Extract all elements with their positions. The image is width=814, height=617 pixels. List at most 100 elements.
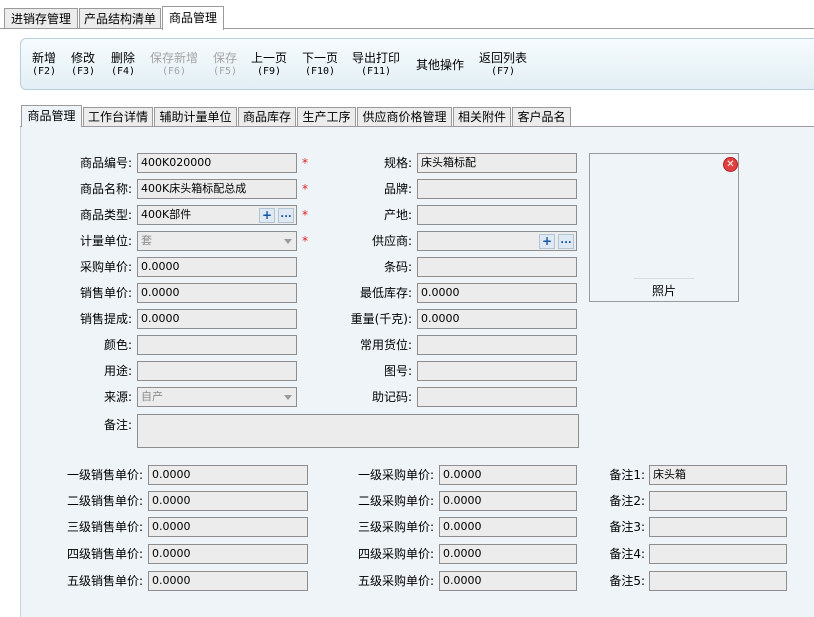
edit-button[interactable]: 修改 (F3) [68,51,98,79]
location-label: 常用货位: [359,338,412,352]
tab-attachments[interactable]: 相关附件 [453,107,511,126]
photo-divider [634,278,694,279]
note-2-field[interactable] [649,491,787,511]
sale-price-level-2-field[interactable]: 0.0000 [148,491,308,511]
next-page-button-key: (F10) [304,66,336,77]
other-actions-button[interactable]: 其他操作 [414,58,466,72]
prev-page-button[interactable]: 上一页 (F9) [249,51,289,79]
color-field[interactable] [137,335,297,355]
save-new-button[interactable]: 保存新增 (F6) [148,51,200,79]
next-page-button-label: 下一页 [301,51,338,65]
usage-field[interactable] [137,361,297,381]
new-button-key: (F2) [31,66,57,77]
usage-label: 用途: [103,364,132,378]
close-icon[interactable]: ✕ [723,157,738,172]
sale-price-field[interactable]: 0.0000 [137,283,297,303]
min-stock-field[interactable]: 0.0000 [417,283,577,303]
purchase-price-level-2-label: 二级采购单价: [357,494,434,508]
tab-workbench-details[interactable]: 工作台详情 [83,107,153,126]
note-5-field[interactable] [649,571,787,591]
color-label: 颜色: [103,338,132,352]
export-print-button[interactable]: 导出打印 (F11) [350,51,402,79]
add-supplier-button[interactable]: + [539,234,555,249]
delete-button-label: 删除 [110,51,135,65]
product-name-field[interactable]: 400K床头箱标配总成 [137,179,297,199]
purchase-price-level-1-field[interactable]: 0.0000 [439,465,577,485]
commission-field[interactable]: 0.0000 [137,309,297,329]
spec-field[interactable]: 床头箱标配 [417,153,577,173]
purchase-price-level-4-label: 四级采购单价: [357,547,434,561]
mnemonic-field[interactable] [417,387,577,407]
browse-supplier-button[interactable]: ... [558,234,574,249]
purchase-price-label: 采购单价: [79,260,132,274]
purchase-price-level-3-field[interactable]: 0.0000 [439,517,577,537]
back-to-list-button-key: (F7) [490,66,516,77]
sale-price-level-5-field[interactable]: 0.0000 [148,571,308,591]
tab-auxiliary-units[interactable]: 辅助计量单位 [154,107,237,126]
brand-field[interactable] [417,179,577,199]
product-name-label: 商品名称: [79,182,132,196]
supplier-field[interactable]: + ... [417,231,577,251]
save-new-button-label: 保存新增 [149,51,198,65]
sale-price-level-4-field[interactable]: 0.0000 [148,544,308,564]
purchase-price-level-5-field[interactable]: 0.0000 [439,571,577,591]
source-label: 来源: [103,390,132,404]
note-2-label: 备注2: [609,494,645,508]
back-to-list-button[interactable]: 返回列表 (F7) [477,51,529,79]
other-actions-button-label: 其他操作 [415,58,464,72]
tab-inventory-management[interactable]: 进销存管理 [4,8,78,28]
export-print-button-key: (F11) [360,66,392,77]
spec-label: 规格: [383,156,412,170]
save-button[interactable]: 保存 (F5) [210,51,240,79]
note-3-field[interactable] [649,517,787,537]
new-button-label: 新增 [31,51,56,65]
purchase-price-field[interactable]: 0.0000 [137,257,297,277]
sale-price-level-1-label: 一级销售单价: [66,468,143,482]
edit-button-label: 修改 [70,51,95,65]
tab-product-stock[interactable]: 商品库存 [238,107,296,126]
mnemonic-label: 助记码: [371,390,412,404]
sale-price-level-3-field[interactable]: 0.0000 [148,517,308,537]
origin-field[interactable] [417,205,577,225]
origin-label: 产地: [383,208,412,222]
back-to-list-button-label: 返回列表 [478,51,527,65]
note-1-field[interactable]: 床头箱 [649,465,787,485]
barcode-field[interactable] [417,257,577,277]
source-value: 自产 [141,390,163,403]
product-type-field[interactable]: 400K部件 + ... [137,205,297,225]
location-field[interactable] [417,335,577,355]
tab-production-process[interactable]: 生产工序 [297,107,356,126]
unit-select[interactable]: 套 [137,231,297,251]
sale-price-level-4-label: 四级销售单价: [66,547,143,561]
delete-button[interactable]: 删除 (F4) [108,51,138,79]
product-code-label: 商品编号: [79,156,132,170]
commission-label: 销售提成: [79,312,132,326]
drawing-no-field[interactable] [417,361,577,381]
tab-product-management[interactable]: 商品管理 [162,6,224,30]
photo-box[interactable]: ✕ 照片 [589,153,739,302]
purchase-price-level-4-field[interactable]: 0.0000 [439,544,577,564]
tab-customer-product-name[interactable]: 客户品名 [512,107,571,126]
add-type-button[interactable]: + [259,208,275,223]
remark-textarea[interactable] [137,414,579,448]
browse-type-button[interactable]: ... [278,208,294,223]
source-select[interactable]: 自产 [137,387,297,407]
sale-price-level-3-label: 三级销售单价: [66,520,143,534]
required-mark: * [302,182,308,196]
new-button[interactable]: 新增 (F2) [29,51,59,79]
tab-product-structure-list[interactable]: 产品结构清单 [79,8,161,28]
weight-label: 重量(千克): [350,312,412,326]
tab-supplier-price[interactable]: 供应商价格管理 [357,107,452,126]
toolbar: 新增 (F2) 修改 (F3) 删除 (F4) 保存新增 (F6) 保存 (F5… [20,38,814,90]
purchase-price-level-1-label: 一级采购单价: [357,468,434,482]
product-code-field[interactable]: 400K020000 [137,153,297,173]
weight-field[interactable]: 0.0000 [417,309,577,329]
save-button-label: 保存 [212,51,237,65]
note-4-field[interactable] [649,544,787,564]
product-type-label: 商品类型: [79,208,132,222]
sale-price-level-1-field[interactable]: 0.0000 [148,465,308,485]
purchase-price-level-2-field[interactable]: 0.0000 [439,491,577,511]
tab-product-info[interactable]: 商品管理 [21,105,82,127]
required-mark: * [302,234,308,248]
next-page-button[interactable]: 下一页 (F10) [300,51,340,79]
